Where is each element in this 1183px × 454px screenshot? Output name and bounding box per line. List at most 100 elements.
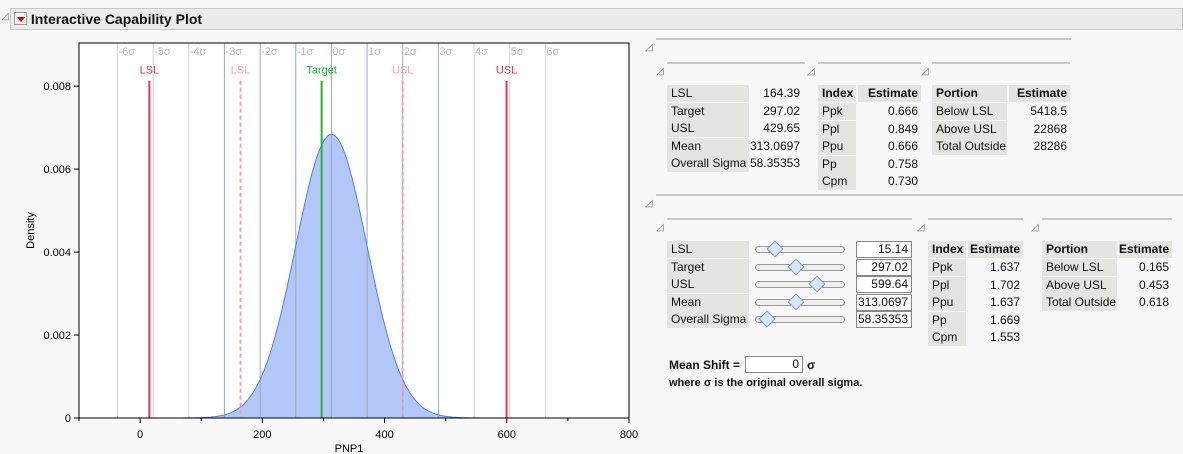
sigma-label: -2σ (261, 46, 278, 58)
ppm-portion: Below LSL (1042, 259, 1117, 276)
y-tick-label: 0.008 (43, 81, 71, 93)
section-header (656, 194, 1183, 196)
section-header (932, 62, 1070, 64)
ref-label: USL (496, 65, 517, 77)
summary-value: 58.35353 (749, 156, 800, 171)
x-tick-label: 400 (375, 429, 393, 441)
mean-shift-label: Mean Shift = (669, 358, 741, 372)
column-header: Estimate (968, 241, 1023, 258)
capability-estimate: 0.666 (887, 104, 918, 118)
disclosure-icon[interactable]: ◿ (807, 66, 815, 77)
y-tick-label: 0.004 (43, 247, 71, 259)
capability-index: Ppl (818, 120, 856, 138)
sigma-label: 1σ (368, 46, 381, 58)
ppm-portion: Above USL (1042, 276, 1117, 294)
ppm-portion: Total Outside (1042, 294, 1117, 312)
column-header: Index (928, 241, 966, 258)
ppm-portion: Above USL (932, 120, 1007, 138)
capability-index: Pp (928, 311, 966, 329)
disclosure-icon[interactable]: ◿ (921, 66, 929, 77)
section-header (818, 62, 921, 64)
summary-label: LSL (667, 85, 749, 102)
summary-label: USL (667, 120, 749, 138)
capability-index: Pp (818, 155, 856, 173)
capability-estimate: 1.637 (989, 295, 1020, 310)
x-tick-label: 600 (498, 429, 516, 441)
sigma-label: 4σ (475, 46, 488, 58)
sigma-note: where σ is the original overall sigma. (669, 377, 863, 389)
sigma-label: -3σ (225, 46, 242, 58)
x-axis-label: PNP1 (335, 443, 364, 454)
summary-slider[interactable] (755, 281, 845, 289)
ppm-estimate: 22868 (1033, 121, 1067, 136)
disclosure-icon[interactable]: ◿ (656, 66, 664, 77)
summary-input[interactable]: 58.35353 (856, 311, 912, 329)
capability-index: Ppu (928, 294, 966, 312)
sigma-label: 6σ (546, 46, 559, 58)
summary-label: Target (667, 102, 749, 120)
capability-estimate: 0.666 (887, 139, 918, 154)
slider-thumb[interactable] (787, 293, 805, 311)
y-axis-label: Density (25, 212, 37, 249)
summary-label: Mean (667, 137, 749, 155)
capability-estimate: 1.669 (989, 312, 1020, 327)
red-menu-icon[interactable] (14, 12, 27, 25)
x-tick-label: 800 (620, 429, 638, 441)
sigma-symbol: σ (807, 358, 816, 372)
column-header: Estimate (1119, 241, 1172, 258)
capability-index: Cpm (818, 173, 856, 191)
column-header: Estimate (1009, 85, 1070, 102)
disclosure-icon[interactable]: ◿ (656, 222, 664, 233)
capability-index: Ppu (818, 138, 856, 156)
ppm-portion: Total Outside (932, 138, 1007, 156)
summary-value: 313.0697 (749, 138, 800, 153)
ref-label: LSL (140, 65, 160, 77)
slider-thumb[interactable] (766, 240, 784, 258)
mean-shift-input[interactable]: 0 (745, 356, 803, 373)
summary-input[interactable]: 297.02 (856, 258, 912, 276)
summary-value: 429.65 (763, 121, 800, 136)
column-header: Portion (932, 85, 1007, 102)
capability-index: Ppk (818, 103, 856, 120)
disclosure-icon[interactable]: ◿ (917, 222, 925, 233)
capability-estimate: 1.553 (989, 330, 1020, 345)
column-header: Index (818, 85, 856, 102)
slider-thumb[interactable] (787, 258, 804, 276)
summary-label: USL (667, 276, 749, 294)
slider-thumb[interactable] (808, 275, 826, 293)
section-header (667, 62, 805, 64)
capability-index: Ppl (928, 276, 966, 294)
disclosure-icon[interactable]: ◿ (1, 11, 9, 22)
sigma-label: -4σ (190, 46, 207, 58)
x-tick-label: 200 (253, 429, 271, 441)
column-header: Estimate (858, 85, 921, 102)
x-tick-label: 0 (137, 429, 143, 441)
slider-thumb[interactable] (758, 310, 776, 328)
sigma-label: -5σ (154, 46, 171, 58)
disclosure-icon[interactable]: ◿ (645, 42, 653, 53)
summary-input[interactable]: 313.0697 (856, 293, 912, 311)
ppm-portion: Below LSL (932, 103, 1007, 120)
capability-estimate: 0.758 (887, 156, 918, 171)
report-title: Interactive Capability Plot (30, 11, 203, 27)
ppm-estimate: 5418.5 (1030, 104, 1067, 118)
ref-label: USL (392, 65, 413, 77)
section-header (656, 38, 1071, 40)
report-header: Interactive Capability Plot (10, 8, 1183, 30)
y-tick-label: 0 (65, 413, 71, 425)
y-tick-label: 0.002 (43, 330, 71, 342)
disclosure-icon[interactable]: ◿ (1031, 222, 1039, 233)
ref-label: Target (306, 65, 337, 77)
summary-input[interactable]: 599.64 (856, 276, 912, 294)
sigma-label: 0σ (332, 46, 345, 58)
disclosure-icon[interactable]: ◿ (645, 198, 653, 209)
ppm-estimate: 0.165 (1138, 260, 1169, 274)
summary-input[interactable]: 15.14 (856, 241, 912, 258)
sigma-label: 5σ (511, 46, 524, 58)
summary-value: 164.39 (763, 86, 800, 100)
sigma-label: 3σ (439, 46, 452, 58)
ppm-estimate: 28286 (1033, 139, 1067, 154)
capability-estimate: 1.637 (989, 260, 1020, 274)
summary-label: LSL (667, 241, 749, 258)
summary-label: Mean (667, 293, 749, 311)
